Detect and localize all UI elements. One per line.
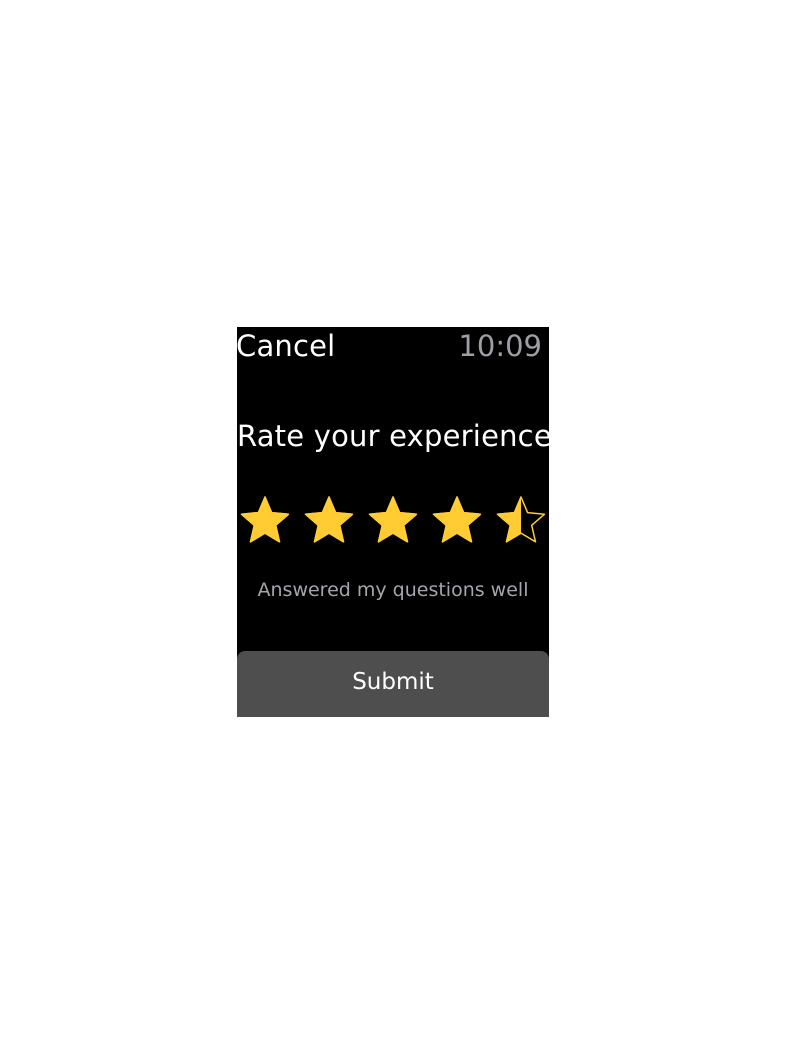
star-icon[interactable] bbox=[301, 494, 357, 550]
star-icon[interactable] bbox=[429, 494, 485, 550]
watch-screen: Cancel 10:09 Rate your experience Answer… bbox=[237, 327, 549, 717]
rating-caption: Answered my questions well bbox=[257, 579, 529, 601]
status-bar: Cancel 10:09 bbox=[237, 327, 549, 367]
rating-title: Rate your experience bbox=[237, 419, 549, 453]
star-icon[interactable] bbox=[237, 494, 293, 550]
star-icon[interactable] bbox=[365, 494, 421, 550]
star-icon[interactable] bbox=[493, 494, 549, 550]
submit-button[interactable]: Submit bbox=[237, 651, 549, 717]
star-rating[interactable] bbox=[237, 494, 549, 550]
clock: 10:09 bbox=[458, 329, 542, 363]
cancel-button[interactable]: Cancel bbox=[237, 329, 335, 363]
